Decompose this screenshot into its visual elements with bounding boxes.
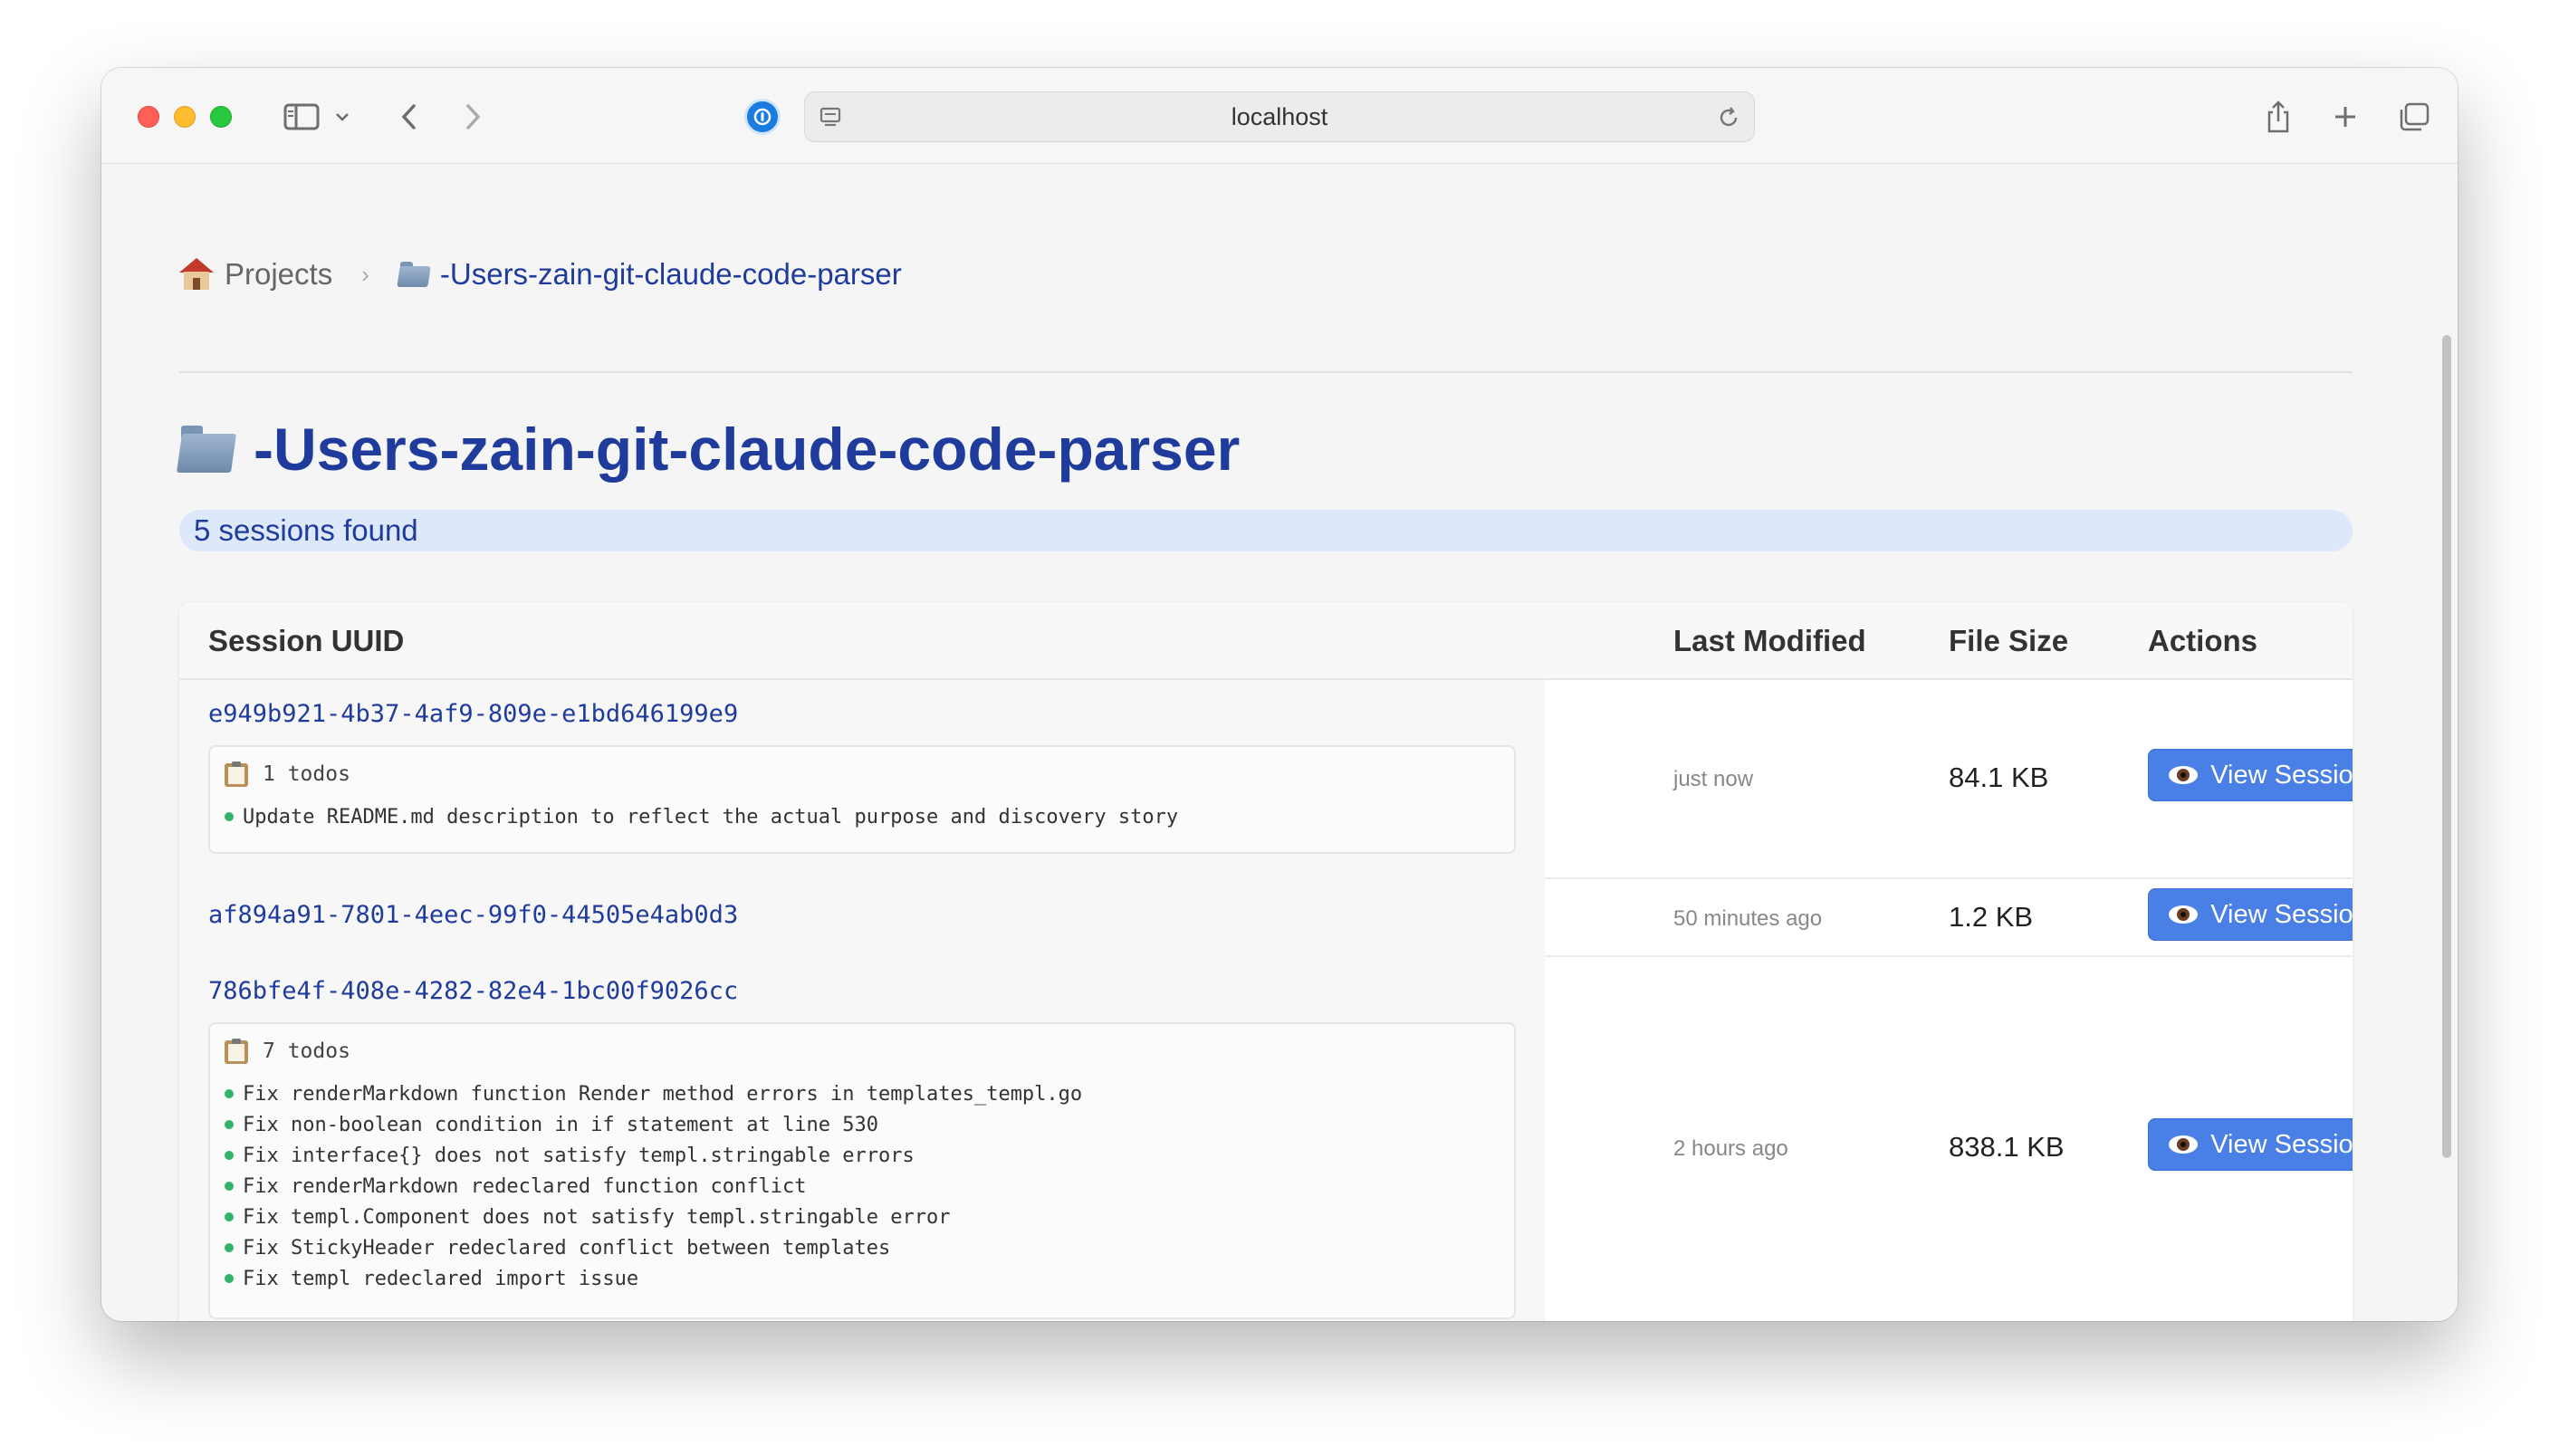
sessions-count-text: 5 sessions found bbox=[194, 513, 418, 547]
todo-count: 7 todos bbox=[263, 1039, 350, 1063]
page-title-text: -Users-zain-git-claude-code-parser bbox=[254, 416, 1241, 483]
breadcrumb-separator: › bbox=[361, 260, 369, 288]
todo-status-dot bbox=[225, 1243, 234, 1252]
house-icon bbox=[179, 258, 214, 291]
todo-list: Fix renderMarkdown function Render metho… bbox=[225, 1078, 1082, 1294]
tab-overview-icon[interactable] bbox=[2394, 95, 2434, 139]
todo-item: Update README.md description to reflect … bbox=[225, 801, 1178, 832]
header-last-modified: Last Modified bbox=[1673, 624, 1866, 657]
sidebar-toggle-icon[interactable] bbox=[279, 95, 324, 139]
clipboard-icon bbox=[225, 1039, 248, 1064]
row-divider bbox=[1545, 877, 2353, 879]
view-session-button[interactable]: View Session bbox=[2148, 1118, 2353, 1171]
session-uuid-link[interactable]: af894a91-7801-4eec-99f0-44505e4ab0d3 bbox=[208, 901, 738, 929]
view-session-label: View Session bbox=[2210, 1129, 2353, 1159]
view-session-button[interactable]: View Session bbox=[2148, 749, 2353, 801]
todo-status-dot bbox=[225, 1151, 234, 1160]
last-modified: 2 hours ago bbox=[1673, 1136, 1788, 1161]
file-size: 84.1 KB bbox=[1949, 762, 2049, 793]
browser-window: localhost Projects › -Users-zain-git-cla… bbox=[101, 68, 2458, 1321]
todo-item: Fix non-boolean condition in if statemen… bbox=[225, 1109, 1082, 1140]
todo-text: Fix StickyHeader redeclared conflict bet… bbox=[243, 1236, 891, 1260]
eye-icon bbox=[2169, 766, 2199, 784]
row-divider bbox=[1545, 955, 2353, 957]
share-icon[interactable] bbox=[2260, 95, 2296, 139]
sessions-table: Session UUID Last Modified File Size Act… bbox=[179, 602, 2353, 1321]
header-actions: Actions bbox=[2148, 624, 2258, 657]
last-modified: 50 minutes ago bbox=[1673, 906, 1823, 931]
view-session-label: View Session bbox=[2210, 899, 2353, 929]
file-size: 1.2 KB bbox=[1949, 901, 2034, 933]
todo-item: Fix renderMarkdown function Render metho… bbox=[225, 1078, 1082, 1109]
folder-icon bbox=[397, 262, 431, 287]
todo-status-dot bbox=[225, 1089, 234, 1098]
close-window-button[interactable] bbox=[138, 106, 159, 128]
minimize-window-button[interactable] bbox=[174, 106, 196, 128]
header-file-size: File Size bbox=[1949, 624, 2069, 657]
todo-status-dot bbox=[225, 1182, 234, 1191]
todo-status-dot bbox=[225, 1274, 234, 1283]
todo-status-dot bbox=[225, 812, 234, 821]
table-header: Session UUID Last Modified File Size Act… bbox=[179, 602, 2353, 680]
chevron-down-icon[interactable] bbox=[331, 95, 353, 139]
sessions-count-banner: 5 sessions found bbox=[179, 510, 2353, 551]
page-title: -Users-zain-git-claude-code-parser bbox=[176, 408, 1241, 490]
todo-text: Update README.md description to reflect … bbox=[243, 805, 1179, 829]
reload-icon[interactable] bbox=[1716, 105, 1741, 135]
todo-header: 7 todos bbox=[225, 1039, 350, 1064]
browser-toolbar: localhost bbox=[101, 68, 2458, 164]
todo-box: 7 todos Fix renderMarkdown function Rend… bbox=[208, 1022, 1516, 1319]
url-text: localhost bbox=[1231, 102, 1328, 130]
address-bar[interactable]: localhost bbox=[804, 91, 1755, 142]
session-uuid-link[interactable]: e949b921-4b37-4af9-809e-e1bd646199e9 bbox=[208, 700, 738, 728]
session-uuid-link[interactable]: 786bfe4f-408e-4282-82e4-1bc00f9026cc bbox=[208, 977, 738, 1005]
clipboard-icon bbox=[225, 762, 248, 787]
file-size: 838.1 KB bbox=[1949, 1131, 2065, 1163]
password-manager-icon[interactable] bbox=[744, 99, 781, 135]
todo-item: Fix interface{} does not satisfy templ.s… bbox=[225, 1140, 1082, 1171]
todo-text: Fix non-boolean condition in if statemen… bbox=[243, 1113, 878, 1136]
zoom-window-button[interactable] bbox=[210, 106, 232, 128]
todo-count: 1 todos bbox=[263, 762, 350, 786]
todo-header: 1 todos bbox=[225, 762, 350, 787]
todo-item: Fix StickyHeader redeclared conflict bet… bbox=[225, 1232, 1082, 1263]
breadcrumb-divider bbox=[179, 371, 2353, 373]
todo-text: Fix renderMarkdown function Render metho… bbox=[243, 1082, 1083, 1106]
forward-arrow-icon[interactable] bbox=[455, 95, 491, 139]
todo-item: Fix templ redeclared import issue bbox=[225, 1263, 1082, 1294]
eye-icon bbox=[2169, 1135, 2199, 1154]
breadcrumb: Projects › -Users-zain-git-claude-code-p… bbox=[179, 247, 2353, 302]
todo-status-dot bbox=[225, 1212, 234, 1221]
back-arrow-icon[interactable] bbox=[391, 95, 427, 139]
todo-text: Fix renderMarkdown redeclared function c… bbox=[243, 1174, 807, 1198]
todo-text: Fix templ.Component does not satisfy tem… bbox=[243, 1205, 951, 1229]
todo-box: 1 todos Update README.md description to … bbox=[208, 745, 1516, 854]
eye-icon bbox=[2169, 905, 2199, 924]
todo-text: Fix interface{} does not satisfy templ.s… bbox=[243, 1144, 915, 1167]
page-content: Projects › -Users-zain-git-claude-code-p… bbox=[101, 164, 2458, 1321]
folder-icon bbox=[176, 426, 237, 473]
last-modified: just now bbox=[1673, 767, 1754, 791]
todo-text: Fix templ redeclared import issue bbox=[243, 1267, 639, 1290]
todo-list: Update README.md description to reflect … bbox=[225, 801, 1178, 832]
view-session-button[interactable]: View Session bbox=[2148, 888, 2353, 941]
todo-item: Fix renderMarkdown redeclared function c… bbox=[225, 1171, 1082, 1202]
breadcrumb-projects-label: Projects bbox=[225, 257, 333, 291]
breadcrumb-projects-link[interactable]: Projects bbox=[179, 257, 332, 292]
todo-item: Fix templ.Component does not satisfy tem… bbox=[225, 1202, 1082, 1232]
new-tab-icon[interactable] bbox=[2327, 95, 2363, 139]
header-session-uuid: Session UUID bbox=[208, 624, 405, 657]
view-session-label: View Session bbox=[2210, 760, 2353, 790]
breadcrumb-current-label: -Users-zain-git-claude-code-parser bbox=[439, 257, 902, 291]
todo-status-dot bbox=[225, 1120, 234, 1129]
breadcrumb-current: -Users-zain-git-claude-code-parser bbox=[397, 257, 902, 292]
vertical-scrollbar[interactable] bbox=[2439, 332, 2454, 1161]
